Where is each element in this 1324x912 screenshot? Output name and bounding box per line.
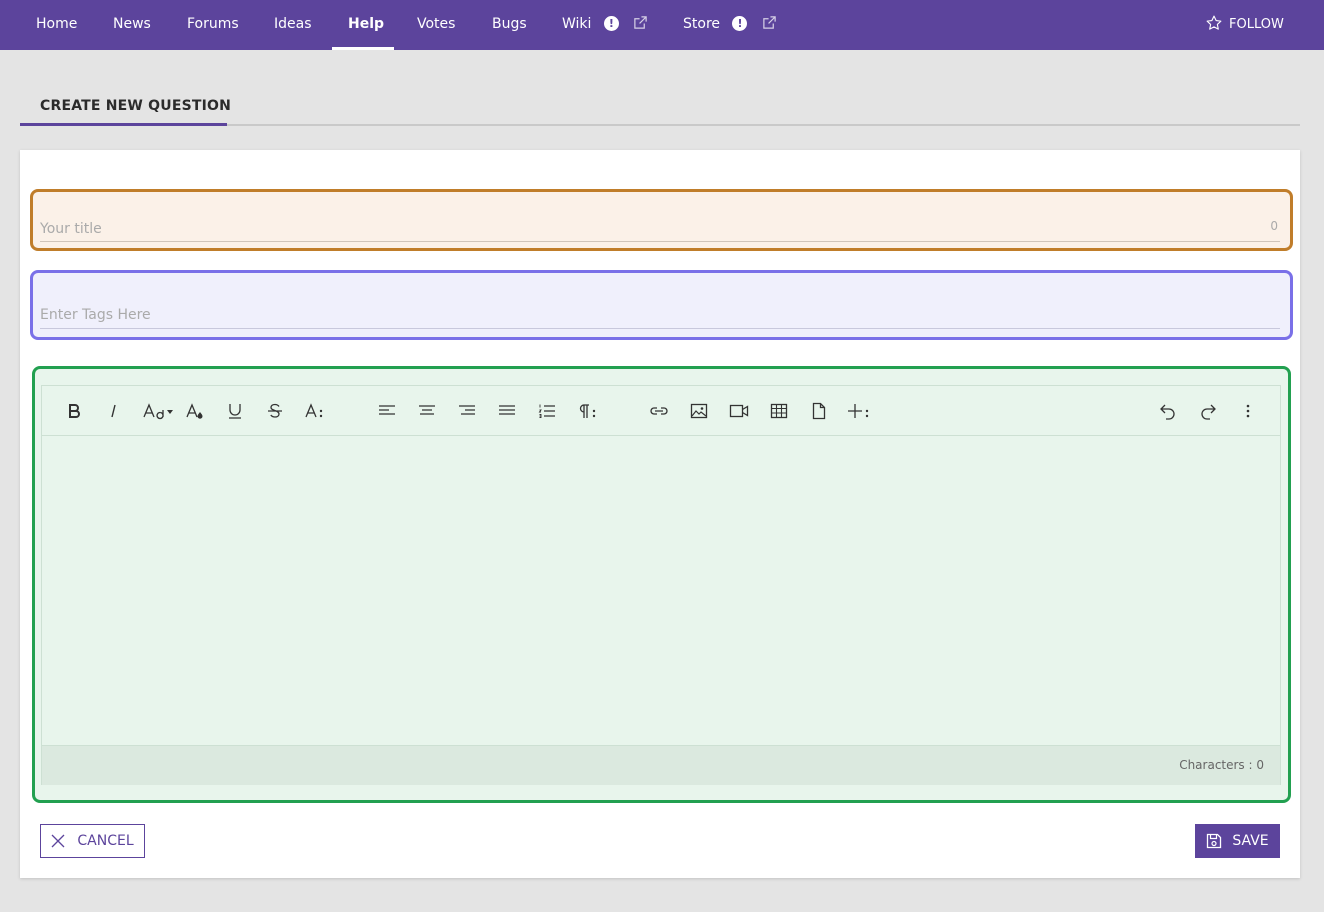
link-button[interactable] — [646, 398, 672, 424]
external-link-icon — [634, 15, 648, 29]
star-icon — [1206, 15, 1222, 30]
floppy-disk-icon — [1207, 833, 1222, 849]
file-button[interactable] — [806, 398, 832, 424]
follow-button[interactable]: FOLLOW — [1205, 0, 1284, 50]
tags-field-container — [30, 270, 1293, 340]
title-field-container: 0 — [30, 189, 1293, 251]
bold-button[interactable] — [61, 398, 87, 424]
editor-toolbar — [42, 386, 1280, 436]
italic-icon — [111, 404, 116, 418]
nav-votes[interactable]: Votes — [417, 0, 455, 50]
more-paragraph-button[interactable] — [574, 398, 600, 424]
more-paragraph-icon — [579, 404, 596, 418]
save-button[interactable]: SAVE — [1195, 824, 1280, 858]
align-justify-button[interactable] — [494, 398, 520, 424]
nav-forums[interactable]: Forums — [187, 0, 239, 50]
underline-button[interactable] — [222, 398, 248, 424]
title-input[interactable] — [40, 216, 1280, 242]
undo-button[interactable] — [1154, 398, 1180, 424]
title-char-count: 0 — [1270, 219, 1278, 233]
alert-icon: ! — [603, 15, 619, 31]
align-right-icon — [459, 405, 475, 415]
follow-label: FOLLOW — [1229, 17, 1284, 32]
editor-frame: Characters : 0 — [41, 385, 1281, 785]
nav-store-label: Store — [683, 16, 721, 32]
nav-wiki[interactable]: Wiki ! — [562, 0, 648, 50]
file-icon — [812, 402, 826, 420]
nav-help[interactable]: Help — [348, 0, 384, 50]
redo-icon — [1201, 404, 1216, 420]
top-navigation: Home News Forums Ideas Help Votes Bugs W… — [0, 0, 1324, 50]
more-insert-icon — [848, 404, 869, 418]
character-count: Characters : 0 — [1179, 758, 1264, 772]
more-insert-button[interactable] — [846, 398, 872, 424]
cancel-button[interactable]: CANCEL — [40, 824, 145, 858]
undo-icon — [1160, 404, 1175, 420]
video-button[interactable] — [726, 398, 752, 424]
bold-icon — [69, 404, 80, 418]
table-button[interactable] — [766, 398, 792, 424]
nav-store[interactable]: Store ! — [683, 0, 777, 50]
nav-home[interactable]: Home — [36, 0, 77, 50]
image-button[interactable] — [686, 398, 712, 424]
more-menu-icon — [1246, 404, 1250, 418]
rich-text-editor: Characters : 0 — [32, 366, 1291, 803]
tags-input[interactable] — [40, 301, 1280, 329]
editor-status-bar: Characters : 0 — [42, 745, 1280, 785]
image-icon — [690, 403, 708, 419]
close-icon — [51, 834, 65, 848]
page-title: CREATE NEW QUESTION — [40, 98, 232, 114]
more-text-button[interactable] — [302, 398, 328, 424]
nav-wiki-label: Wiki — [562, 16, 592, 32]
italic-button[interactable] — [101, 398, 127, 424]
align-center-icon — [419, 405, 435, 415]
align-left-button[interactable] — [374, 398, 400, 424]
ordered-list-button[interactable] — [534, 398, 560, 424]
underline-icon — [229, 404, 241, 419]
ordered-list-icon — [538, 404, 555, 418]
font-size-button[interactable] — [140, 398, 176, 424]
alert-icon: ! — [732, 15, 748, 31]
align-right-button[interactable] — [454, 398, 480, 424]
align-left-icon — [379, 405, 395, 415]
external-link-icon — [763, 15, 776, 29]
nav-active-indicator — [332, 47, 394, 50]
font-size-icon — [143, 403, 173, 420]
link-icon — [650, 407, 668, 415]
nav-news[interactable]: News — [113, 0, 151, 50]
nav-ideas[interactable]: Ideas — [274, 0, 312, 50]
save-label: SAVE — [1232, 833, 1269, 849]
tab-active-indicator — [20, 123, 227, 126]
video-icon — [729, 404, 749, 418]
align-justify-icon — [499, 405, 515, 415]
table-icon — [770, 403, 788, 419]
text-color-button[interactable] — [182, 398, 208, 424]
editor-content-area[interactable] — [42, 437, 1280, 745]
nav-bugs[interactable]: Bugs — [492, 0, 527, 50]
strikethrough-icon — [268, 403, 282, 418]
strikethrough-button[interactable] — [262, 398, 288, 424]
align-center-button[interactable] — [414, 398, 440, 424]
more-text-icon — [305, 403, 323, 418]
cancel-label: CANCEL — [77, 833, 134, 849]
text-color-icon — [186, 403, 203, 419]
redo-button[interactable] — [1196, 398, 1222, 424]
more-menu-button[interactable] — [1235, 398, 1261, 424]
